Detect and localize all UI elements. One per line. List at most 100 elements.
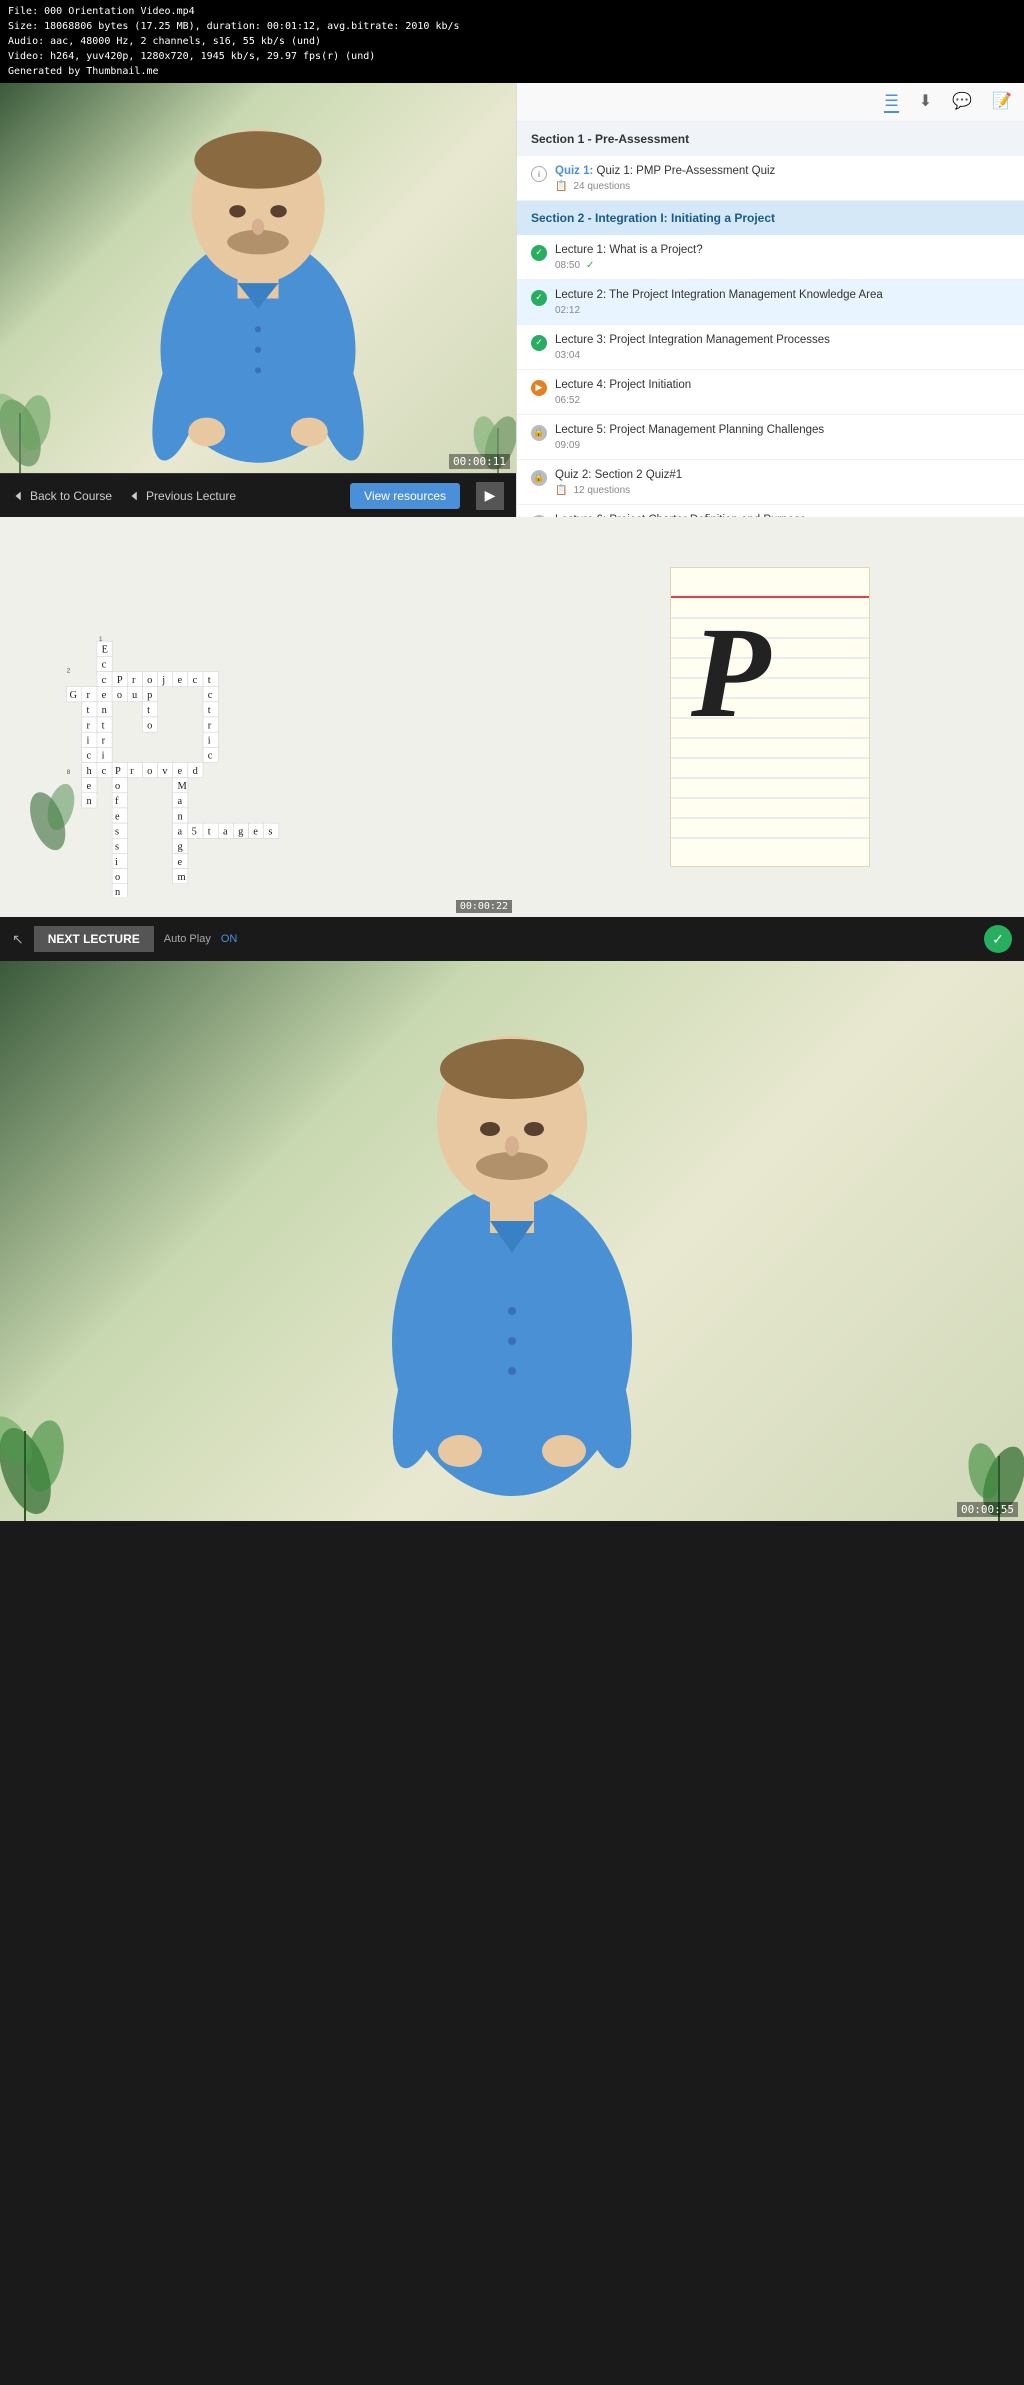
completed-icon: ✓ — [531, 290, 547, 306]
lecture-info: Lecture 2: The Project Integration Manag… — [555, 288, 1010, 316]
completed-icon: ✓ — [531, 245, 547, 261]
svg-text:f: f — [115, 796, 119, 807]
lecture-meta: 09:09 — [555, 440, 1010, 451]
lecture-meta: 03:04 — [555, 350, 1010, 361]
svg-text:e: e — [102, 690, 107, 701]
sidebar-download-icon[interactable]: ⬇ — [919, 91, 932, 113]
plant-decoration-left — [0, 353, 80, 473]
svg-text:o: o — [147, 675, 152, 686]
list-item[interactable]: i Quiz 1: Quiz 1: PMP Pre-Assessment Qui… — [517, 156, 1024, 201]
svg-text:P: P — [117, 675, 123, 686]
svg-text:o: o — [147, 720, 152, 731]
svg-text:P: P — [115, 766, 121, 777]
svg-text:t: t — [147, 705, 150, 716]
list-item[interactable]: 🔒 Lecture 6: Project Charter Definition … — [517, 505, 1024, 517]
lecture-meta: 08:50 ✓ — [555, 260, 1010, 271]
list-item[interactable]: 🔒 Lecture 5: Project Management Planning… — [517, 415, 1024, 460]
svg-text:r: r — [132, 675, 136, 686]
list-item[interactable]: ✓ Lecture 2: The Project Integration Man… — [517, 280, 1024, 325]
svg-text:5: 5 — [192, 826, 197, 837]
video-player: 00:00:11 Back to Course Previous Lecture… — [0, 83, 516, 517]
lecture-info: Lecture 4: Project Initiation 06:52 — [555, 378, 1010, 406]
svg-text:r: r — [102, 736, 106, 747]
svg-text:g: g — [238, 826, 243, 837]
svg-text:s: s — [115, 842, 119, 853]
locked-quiz-icon: 🔒 — [531, 470, 547, 486]
svg-text:t: t — [208, 675, 211, 686]
svg-text:r: r — [130, 766, 134, 777]
lecture-info: Quiz 1: Quiz 1: PMP Pre-Assessment Quiz … — [555, 164, 1010, 192]
meta-file: File: 000 Orientation Video.mp4 — [8, 4, 1016, 19]
sidebar-chat-icon[interactable]: 💬 — [952, 91, 972, 113]
svg-text:c: c — [102, 675, 107, 686]
svg-text:i: i — [208, 736, 211, 747]
next-lecture-btn[interactable]: NEXT LECTURE — [34, 926, 154, 952]
lecture-title: Lecture 3: Project Integration Managemen… — [555, 333, 1010, 348]
lecture-info: Lecture 5: Project Management Planning C… — [555, 423, 1010, 451]
svg-text:M: M — [177, 781, 186, 792]
quiz-lock-icon: i — [531, 166, 547, 182]
list-item[interactable]: ✓ Lecture 3: Project Integration Managem… — [517, 325, 1024, 370]
crossword-section: .cw-cell { fill: white; stroke: #ccc; st… — [0, 517, 1024, 917]
svg-text:e: e — [177, 675, 182, 686]
svg-text:g: g — [177, 842, 182, 853]
autoplay-toggle[interactable]: ON — [221, 933, 238, 945]
svg-text:G: G — [69, 690, 77, 701]
meta-generated: Generated by Thumbnail.me — [8, 64, 1016, 79]
in-progress-icon: ▶ — [531, 380, 547, 396]
previous-lecture-btn[interactable]: Previous Lecture — [128, 489, 236, 503]
svg-text:n: n — [102, 705, 108, 716]
svg-text:v: v — [162, 766, 168, 777]
svg-text:s: s — [268, 826, 272, 837]
lecture-title: Lecture 2: The Project Integration Manag… — [555, 288, 1010, 303]
view-resources-btn[interactable]: View resources — [350, 483, 460, 509]
svg-text:c: c — [208, 690, 213, 701]
sidebar-icon-bar: ☰ ⬇ 💬 📝 — [517, 83, 1024, 122]
crossword-controls: ↖ NEXT LECTURE Auto Play ON ✓ — [0, 917, 1024, 961]
svg-text:t: t — [208, 705, 211, 716]
autoplay-label: Auto Play — [164, 933, 211, 945]
completed-icon: ✓ — [531, 335, 547, 351]
lecture-title: Lecture 4: Project Initiation — [555, 378, 1010, 393]
svg-text:c: c — [193, 675, 198, 686]
meta-video: Video: h264, yuv420p, 1280x720, 1945 kb/… — [8, 49, 1016, 64]
section-2-header: Section 2 - Integration I: Initiating a … — [517, 201, 1024, 235]
lecture-meta: 06:52 — [555, 395, 1010, 406]
svg-text:n: n — [115, 887, 121, 897]
next-lecture-arrow[interactable]: ▶ — [476, 482, 504, 510]
svg-text:i: i — [115, 857, 118, 868]
back-to-course-btn[interactable]: Back to Course — [12, 489, 112, 503]
list-item[interactable]: ✓ Lecture 1: What is a Project? 08:50 ✓ — [517, 235, 1024, 280]
svg-text:r: r — [87, 690, 91, 701]
svg-text:i: i — [87, 736, 90, 747]
svg-text:i: i — [102, 751, 105, 762]
video-metadata: File: 000 Orientation Video.mp4 Size: 18… — [0, 0, 1024, 83]
notepad: P — [670, 567, 870, 867]
complete-check[interactable]: ✓ — [984, 925, 1012, 953]
crossword-timecode: 00:00:22 — [456, 900, 512, 913]
svg-text:j: j — [161, 675, 165, 686]
svg-text:e: e — [115, 811, 120, 822]
lecture-meta: 02:12 — [555, 305, 1010, 316]
svg-text:t: t — [102, 720, 105, 731]
sidebar-list-icon[interactable]: ☰ — [884, 91, 898, 113]
svg-text:t: t — [208, 826, 211, 837]
crossword-svg: .cw-cell { fill: white; stroke: #ccc; st… — [28, 537, 488, 897]
sidebar-note-icon[interactable]: 📝 — [992, 91, 1012, 113]
svg-text:n: n — [87, 796, 93, 807]
svg-text:d: d — [193, 766, 199, 777]
svg-text:a: a — [177, 796, 182, 807]
locked-icon: 🔒 — [531, 425, 547, 441]
meta-size: Size: 18068806 bytes (17.25 MB), duratio… — [8, 19, 1016, 34]
svg-text:o: o — [115, 872, 120, 883]
svg-text:u: u — [132, 690, 138, 701]
svg-text:r: r — [87, 720, 91, 731]
cursor-icon: ↖ — [12, 931, 24, 948]
svg-text:a: a — [223, 826, 228, 837]
list-item[interactable]: ▶ Lecture 4: Project Initiation 06:52 — [517, 370, 1024, 415]
crossword-num-2: 2 — [67, 667, 71, 674]
svg-text:p: p — [147, 690, 152, 701]
list-item[interactable]: 🔒 Quiz 2: Section 2 Quiz#1 📋12 questions — [517, 460, 1024, 505]
main-video-section: 00:00:11 Back to Course Previous Lecture… — [0, 83, 1024, 517]
crossword-num-8: 8 — [67, 769, 71, 776]
